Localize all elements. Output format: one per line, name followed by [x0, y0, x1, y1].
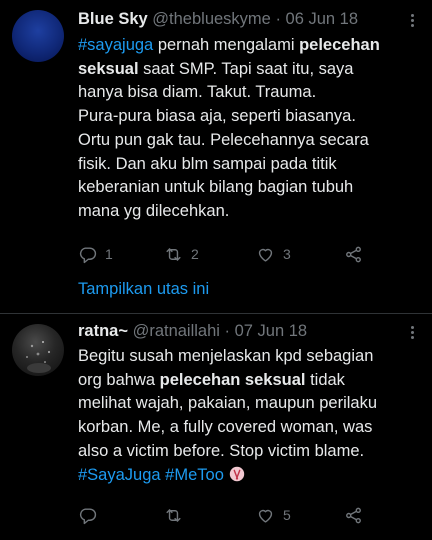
action-bar: 5 [78, 504, 432, 526]
tweet-header: Blue Sky @theblueskyme · 06 Jun 18 [78, 10, 418, 32]
text-line: Ortu pun gak tau. Pelecehannya secara [78, 130, 369, 149]
metoo-emoji-icon [228, 465, 246, 491]
text-line: mana yg dilecehkan. [78, 201, 230, 220]
text-line: Begitu susah menjelaskan kpd sebagian [78, 347, 374, 365]
like-button[interactable]: 3 [256, 243, 291, 265]
text-line: korban. Me, a fully covered woman, was [78, 418, 373, 437]
text-line: fisik. Dan aku blm sampai pada titik [78, 154, 337, 173]
separator-dot: · [270, 10, 286, 28]
text-line: melihat wajah, pakaian, maupun perilaku [78, 394, 378, 413]
reply-icon [79, 246, 97, 263]
text-line: also a victim before. Stop victim blame. [78, 441, 365, 460]
like-icon [258, 509, 273, 523]
like-count: 3 [283, 246, 291, 262]
text-line: hanya bisa diam. Takut. Trauma. [78, 83, 317, 102]
tweet-header: ratna~ @ratnaillahi · 07 Jun 18 [78, 322, 418, 344]
retweet-button[interactable] [164, 504, 191, 526]
share-button[interactable] [344, 504, 363, 526]
avatar[interactable] [12, 324, 64, 376]
reply-button[interactable]: 1 [78, 243, 113, 265]
tweet-text: #sayajuga pernah mengalami pelecehan sek… [78, 34, 422, 224]
retweet-icon [166, 508, 181, 522]
hashtag-link[interactable]: #MeToo [165, 466, 224, 484]
author-name[interactable]: ratna~ [78, 322, 128, 340]
text-line: org bahwa pelecehan seksual tidak [78, 370, 345, 389]
retweet-icon [166, 247, 181, 261]
separator-dot: · [219, 322, 235, 340]
reply-count: 1 [105, 246, 113, 262]
share-icon [346, 246, 361, 262]
tweet[interactable]: Blue Sky @theblueskyme · 06 Jun 18 #saya… [0, 0, 432, 320]
like-count: 5 [283, 507, 291, 523]
tweet-text: Begitu susah menjelaskan kpd sebagian or… [78, 345, 422, 490]
more-icon[interactable] [404, 12, 420, 30]
show-thread-link[interactable]: Tampilkan utas ini [78, 280, 209, 299]
hashtag-link[interactable]: #sayajuga [78, 36, 153, 54]
author-handle[interactable]: @ratnaillahi [133, 322, 220, 340]
text-line: #SayaJuga #MeToo [78, 464, 422, 491]
more-icon[interactable] [404, 324, 420, 342]
action-bar: 1 2 3 [78, 243, 432, 265]
author-handle[interactable]: @theblueskyme [152, 10, 271, 28]
author-name[interactable]: Blue Sky [78, 10, 148, 28]
text-line: keberanian untuk bilang bagian tubuh [78, 178, 354, 197]
text-line: Pura-pura biasa aja, seperti biasanya. [78, 107, 356, 126]
tweet[interactable]: ratna~ @ratnaillahi · 07 Jun 18 Begitu s… [0, 314, 432, 540]
avatar[interactable] [12, 10, 64, 62]
text-line: #sayajuga pernah mengalami pelecehan [78, 36, 380, 54]
reply-icon [79, 507, 97, 524]
hashtag-link[interactable]: #SayaJuga [78, 466, 161, 484]
tweet-date[interactable]: 07 Jun 18 [235, 322, 307, 340]
like-icon [258, 248, 273, 262]
reply-button[interactable] [78, 504, 105, 526]
tweet-date[interactable]: 06 Jun 18 [286, 10, 358, 28]
retweet-button[interactable]: 2 [164, 243, 199, 265]
share-icon [346, 507, 361, 523]
retweet-count: 2 [191, 246, 199, 262]
share-button[interactable] [344, 243, 363, 265]
text-line: seksual saat SMP. Tapi saat itu, saya [78, 59, 354, 78]
avatar-image [26, 341, 51, 373]
like-button[interactable]: 5 [256, 504, 291, 526]
